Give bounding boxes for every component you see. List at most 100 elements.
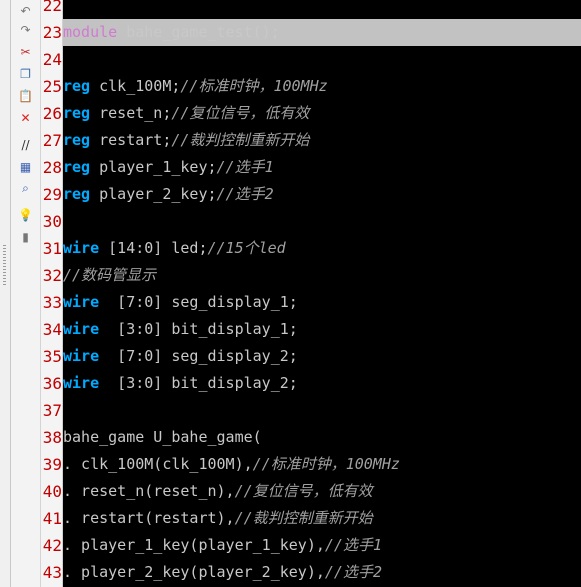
line-number: 22 [42,0,62,15]
line-code: . player_2_key(player_2_key),//选手2 [63,559,581,586]
code-keyword: wire [63,347,100,365]
code-comment: //裁判控制重新开始 [234,509,373,527]
line-number: 34 [42,320,62,339]
line-code: reg reset_n;//复位信号，低有效 [63,100,581,127]
line-number: 38 [42,428,62,447]
line-number: 28 [42,158,62,177]
code-text: reset_n; [90,104,172,122]
code-comment: //标准时钟，100MHz [180,77,328,95]
code-line[interactable]: 26 reg reset_n;//复位信号，低有效 [0,100,581,127]
code-comment: //选手1 [324,536,382,554]
code-text: . clk_100M(clk_100M), [63,455,253,473]
line-number: 25 [42,77,62,96]
code-text: bahe_game_test(); [117,23,280,41]
line-number: 23 [42,23,62,42]
line-number: 29 [42,185,62,204]
code-keyword: wire [63,293,100,311]
code-line[interactable]: 43. player_2_key(player_2_key),//选手2 [0,559,581,586]
line-code: wire [7:0] seg_display_2; [63,343,581,370]
line-number: 43 [42,563,62,582]
line-number: 26 [42,104,62,123]
code-line[interactable]: 23 module bahe_game_test(); [0,19,581,46]
code-comment: //15个led [207,239,286,257]
line-code: wire [7:0] seg_display_1; [63,289,581,316]
code-text: clk_100M; [90,77,181,95]
code-line[interactable]: 24 [0,46,581,73]
code-keyword: reg [63,158,91,176]
line-number: 32 [42,266,62,285]
code-text: [3:0] bit_display_2; [99,374,298,392]
code-line[interactable]: 35 wire [7:0] seg_display_2; [0,343,581,370]
line-code: . restart(restart),//裁判控制重新开始 [63,505,581,532]
line-number: 42 [42,536,62,555]
code-text: [3:0] bit_display_1; [99,320,298,338]
code-keyword: wire [63,239,100,257]
code-comment: //复位信号，低有效 [171,104,310,122]
code-text: . player_2_key(player_2_key), [63,563,325,581]
code-line[interactable]: 33 wire [7:0] seg_display_1; [0,289,581,316]
code-keyword: reg [63,185,91,203]
code-keyword: module [63,23,118,41]
line-number: 41 [42,509,62,528]
code-text: . restart(restart), [63,509,235,527]
line-number: 33 [42,293,62,312]
code-text: restart; [90,131,172,149]
code-comment: //选手1 [216,158,274,176]
code-line[interactable]: 34 wire [3:0] bit_display_1; [0,316,581,343]
line-code [63,208,581,235]
line-code: reg player_1_key;//选手1 [63,154,581,181]
code-line[interactable]: 22 [0,0,581,19]
line-number: 35 [42,347,62,366]
code-keyword: wire [63,374,100,392]
line-code: . clk_100M(clk_100M),//标准时钟，100MHz [63,451,581,478]
line-number: 24 [42,50,62,69]
code-keyword: reg [63,104,91,122]
code-line[interactable]: 25 reg clk_100M;//标准时钟，100MHz [0,73,581,100]
code-comment: //标准时钟，100MHz [252,455,400,473]
code-line[interactable]: 28 reg player_1_key;//选手1 [0,154,581,181]
line-number: 39 [42,455,62,474]
code-keyword: wire [63,320,100,338]
code-comment: //选手2 [324,563,382,581]
code-text: [7:0] seg_display_1; [99,293,298,311]
code-comment: //数码管显示 [63,266,157,284]
code-line[interactable]: 29 reg player_2_key;//选手2 [0,181,581,208]
code-line[interactable]: 42. player_1_key(player_1_key),//选手1 [0,532,581,559]
code-line[interactable]: 36 wire [3:0] bit_display_2; [0,370,581,397]
line-code: module bahe_game_test(); [63,19,581,46]
code-line[interactable]: 39. clk_100M(clk_100M),//标准时钟，100MHz [0,451,581,478]
line-code: reg restart;//裁判控制重新开始 [63,127,581,154]
code-comment: //裁判控制重新开始 [171,131,310,149]
line-code [63,397,581,424]
code-line[interactable]: 37 [0,397,581,424]
code-keyword: reg [63,77,91,95]
code-text: player_2_key; [90,185,217,203]
code-text: . player_1_key(player_1_key), [63,536,325,554]
line-number: 27 [42,131,62,150]
code-text: player_1_key; [90,158,217,176]
line-number: 40 [42,482,62,501]
line-code: wire [3:0] bit_display_2; [63,370,581,397]
line-code: reg clk_100M;//标准时钟，100MHz [63,73,581,100]
code-line[interactable]: 30 [0,208,581,235]
code-text: . reset_n(reset_n), [63,482,235,500]
code-line[interactable]: 41. restart(restart),//裁判控制重新开始 [0,505,581,532]
line-code: reg player_2_key;//选手2 [63,181,581,208]
line-code [63,46,581,73]
line-number: 30 [42,212,62,231]
code-line[interactable]: 32//数码管显示 [0,262,581,289]
line-code [63,0,581,19]
code-text: [14:0] led; [99,239,208,257]
line-number: 31 [42,239,62,258]
line-number: 37 [42,401,62,420]
line-code: . reset_n(reset_n),//复位信号，低有效 [63,478,581,505]
code-line[interactable]: 31 wire [14:0] led;//15个led [0,235,581,262]
code-line[interactable]: 40. reset_n(reset_n),//复位信号，低有效 [0,478,581,505]
code-text: [7:0] seg_display_2; [99,347,298,365]
line-code: . player_1_key(player_1_key),//选手1 [63,532,581,559]
code-line[interactable]: 27 reg restart;//裁判控制重新开始 [0,127,581,154]
code-line[interactable]: 38 bahe_game U_bahe_game( [0,424,581,451]
line-code: wire [14:0] led;//15个led [63,235,581,262]
line-code: //数码管显示 [63,262,581,289]
line-number: 36 [42,374,62,393]
